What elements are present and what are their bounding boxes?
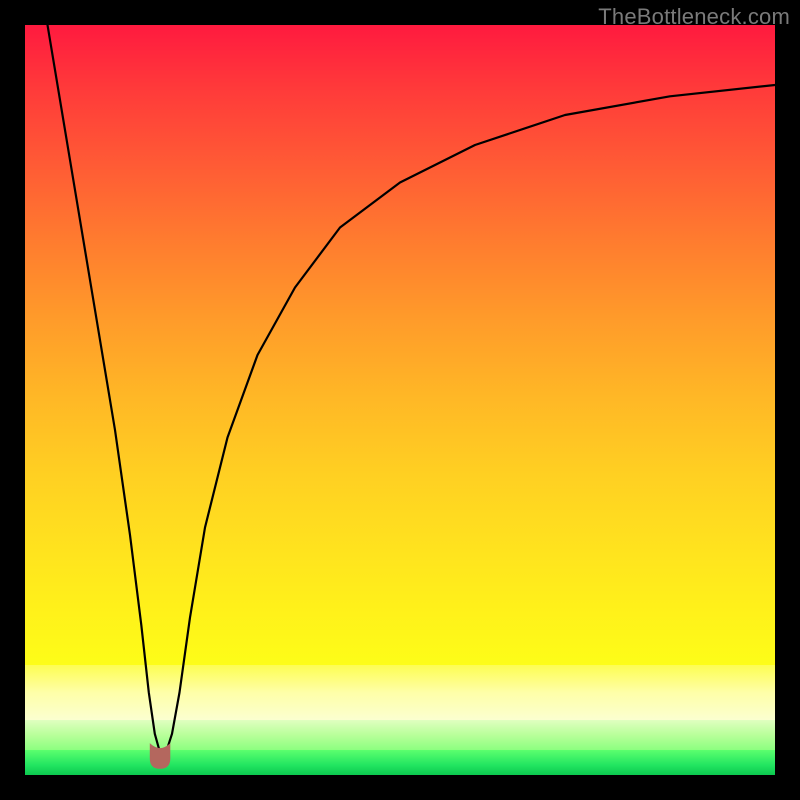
plot-area (25, 25, 775, 775)
watermark-text: TheBottleneck.com (598, 4, 790, 30)
gradient-band-yellow (25, 555, 775, 665)
figure-frame: TheBottleneck.com (0, 0, 800, 800)
gradient-band-lightgreen (25, 720, 775, 750)
gradient-band-green (25, 750, 775, 775)
gradient-band-red-orange (25, 25, 775, 555)
gradient-band-pale (25, 665, 775, 720)
